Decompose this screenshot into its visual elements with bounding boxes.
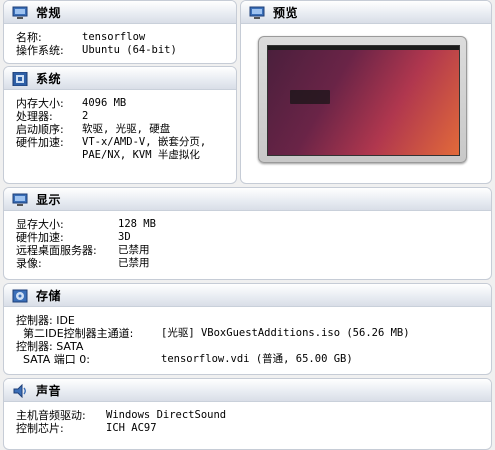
audio-rows: 主机音频驱动: Windows DirectSound 控制芯片: ICH AC… (16, 409, 226, 435)
storage-icon (12, 288, 28, 303)
storage-rows: 控制器: IDE 第二IDE控制器主通道: [光驱] VBoxGuestAddi… (16, 314, 410, 366)
row-value: tensorflow (82, 31, 146, 43)
system-rows: 内存大小: 4096 MB 处理器: 2 启动顺序: 软驱, 光驱, 硬盘 硬件… (16, 97, 206, 162)
row-value: 软驱, 光驱, 硬盘 (82, 123, 171, 135)
row-value: 2 (82, 110, 89, 122)
general-row-name: 名称: tensorflow (16, 31, 177, 44)
row-label: 启动顺序: (16, 123, 64, 136)
display-panel: 显示 显存大小: 128 MB 硬件加速: 3D 远程桌面服务器: 已禁用 录像… (3, 187, 492, 280)
preview-thumbnail (258, 36, 467, 163)
audio-header[interactable]: 声音 (4, 379, 491, 402)
row-label: 控制器: SATA (16, 340, 84, 353)
row-label: 硬件加速: (16, 231, 64, 244)
preview-screen-image (267, 45, 460, 156)
display-row-vram: 显存大小: 128 MB (16, 218, 156, 231)
row-label: 处理器: (16, 110, 53, 123)
speaker-icon (12, 383, 28, 399)
general-panel: 常规 名称: tensorflow 操作系统: Ubuntu (64-bit) (3, 0, 237, 64)
row-value: ICH AC97 (106, 422, 157, 434)
row-value: VT-x/AMD-V, 嵌套分页, (82, 136, 207, 148)
display-header[interactable]: 显示 (4, 188, 491, 211)
monitor-icon (249, 5, 265, 19)
audio-row-controller: 控制芯片: ICH AC97 (16, 422, 226, 435)
storage-title: 存储 (36, 288, 62, 303)
general-rows: 名称: tensorflow 操作系统: Ubuntu (64-bit) (16, 31, 177, 57)
general-header[interactable]: 常规 (4, 1, 236, 24)
row-label: 操作系统: (16, 44, 64, 57)
display-row-recording: 录像: 已禁用 (16, 257, 156, 270)
system-header[interactable]: 系统 (4, 67, 236, 90)
storage-header[interactable]: 存储 (4, 284, 491, 307)
row-value: tensorflow.vdi (普通, 65.00 GB) (161, 353, 353, 365)
system-row-boot-order: 启动顺序: 软驱, 光驱, 硬盘 (16, 123, 206, 136)
system-panel: 系统 内存大小: 4096 MB 处理器: 2 启动顺序: 软驱, 光驱, 硬盘… (3, 66, 237, 184)
storage-row-ide-controller: 控制器: IDE (16, 314, 410, 327)
general-title: 常规 (36, 5, 62, 20)
system-row-acceleration: 硬件加速: VT-x/AMD-V, 嵌套分页, (16, 136, 206, 149)
row-value: [光驱] VBoxGuestAdditions.iso (56.26 MB) (161, 327, 410, 339)
monitor-icon (12, 5, 28, 19)
general-row-os: 操作系统: Ubuntu (64-bit) (16, 44, 177, 57)
row-label: SATA 端口 0: (16, 353, 90, 366)
row-value: 3D (118, 231, 131, 243)
row-label: 控制器: IDE (16, 314, 75, 327)
preview-title: 预览 (273, 5, 299, 20)
row-value: 已禁用 (118, 244, 150, 256)
preview-login-box (290, 90, 330, 104)
system-row-processors: 处理器: 2 (16, 110, 206, 123)
row-value: 4096 MB (82, 97, 127, 109)
row-label: 远程桌面服务器: (16, 244, 97, 257)
row-label: 名称: (16, 31, 42, 44)
display-row-acceleration: 硬件加速: 3D (16, 231, 156, 244)
preview-panel: 预览 (240, 0, 492, 184)
display-icon (12, 192, 28, 206)
system-row-acceleration-cont: PAE/NX, KVM 半虚拟化 (16, 149, 206, 162)
row-value: 128 MB (118, 218, 156, 230)
row-value: Ubuntu (64-bit) (82, 44, 177, 56)
row-value: 已禁用 (118, 257, 150, 269)
storage-row-ide-secondary-master: 第二IDE控制器主通道: [光驱] VBoxGuestAdditions.iso… (16, 327, 410, 340)
audio-title: 声音 (36, 383, 62, 398)
system-title: 系统 (36, 71, 62, 86)
storage-row-sata-controller: 控制器: SATA (16, 340, 410, 353)
preview-topbar (268, 46, 459, 50)
row-label: 主机音频驱动: (16, 409, 86, 422)
row-value: Windows DirectSound (106, 409, 227, 421)
row-label: 硬件加速: (16, 136, 64, 149)
display-rows: 显存大小: 128 MB 硬件加速: 3D 远程桌面服务器: 已禁用 录像: 已… (16, 218, 156, 270)
row-label (16, 149, 82, 162)
row-value: PAE/NX, KVM 半虚拟化 (82, 149, 200, 161)
storage-panel: 存储 控制器: IDE 第二IDE控制器主通道: [光驱] VBoxGuestA… (3, 283, 492, 375)
row-label: 控制芯片: (16, 422, 64, 435)
row-label: 录像: (16, 257, 42, 270)
chip-icon (12, 71, 28, 87)
storage-row-sata-port0: SATA 端口 0: tensorflow.vdi (普通, 65.00 GB) (16, 353, 410, 366)
preview-header[interactable]: 预览 (241, 1, 491, 24)
row-label: 内存大小: (16, 97, 64, 110)
display-row-remote-desktop: 远程桌面服务器: 已禁用 (16, 244, 156, 257)
audio-row-host-driver: 主机音频驱动: Windows DirectSound (16, 409, 226, 422)
display-title: 显示 (36, 192, 62, 207)
row-label: 第二IDE控制器主通道: (16, 327, 134, 340)
system-row-memory: 内存大小: 4096 MB (16, 97, 206, 110)
audio-panel: 声音 主机音频驱动: Windows DirectSound 控制芯片: ICH… (3, 378, 492, 450)
row-label: 显存大小: (16, 218, 64, 231)
